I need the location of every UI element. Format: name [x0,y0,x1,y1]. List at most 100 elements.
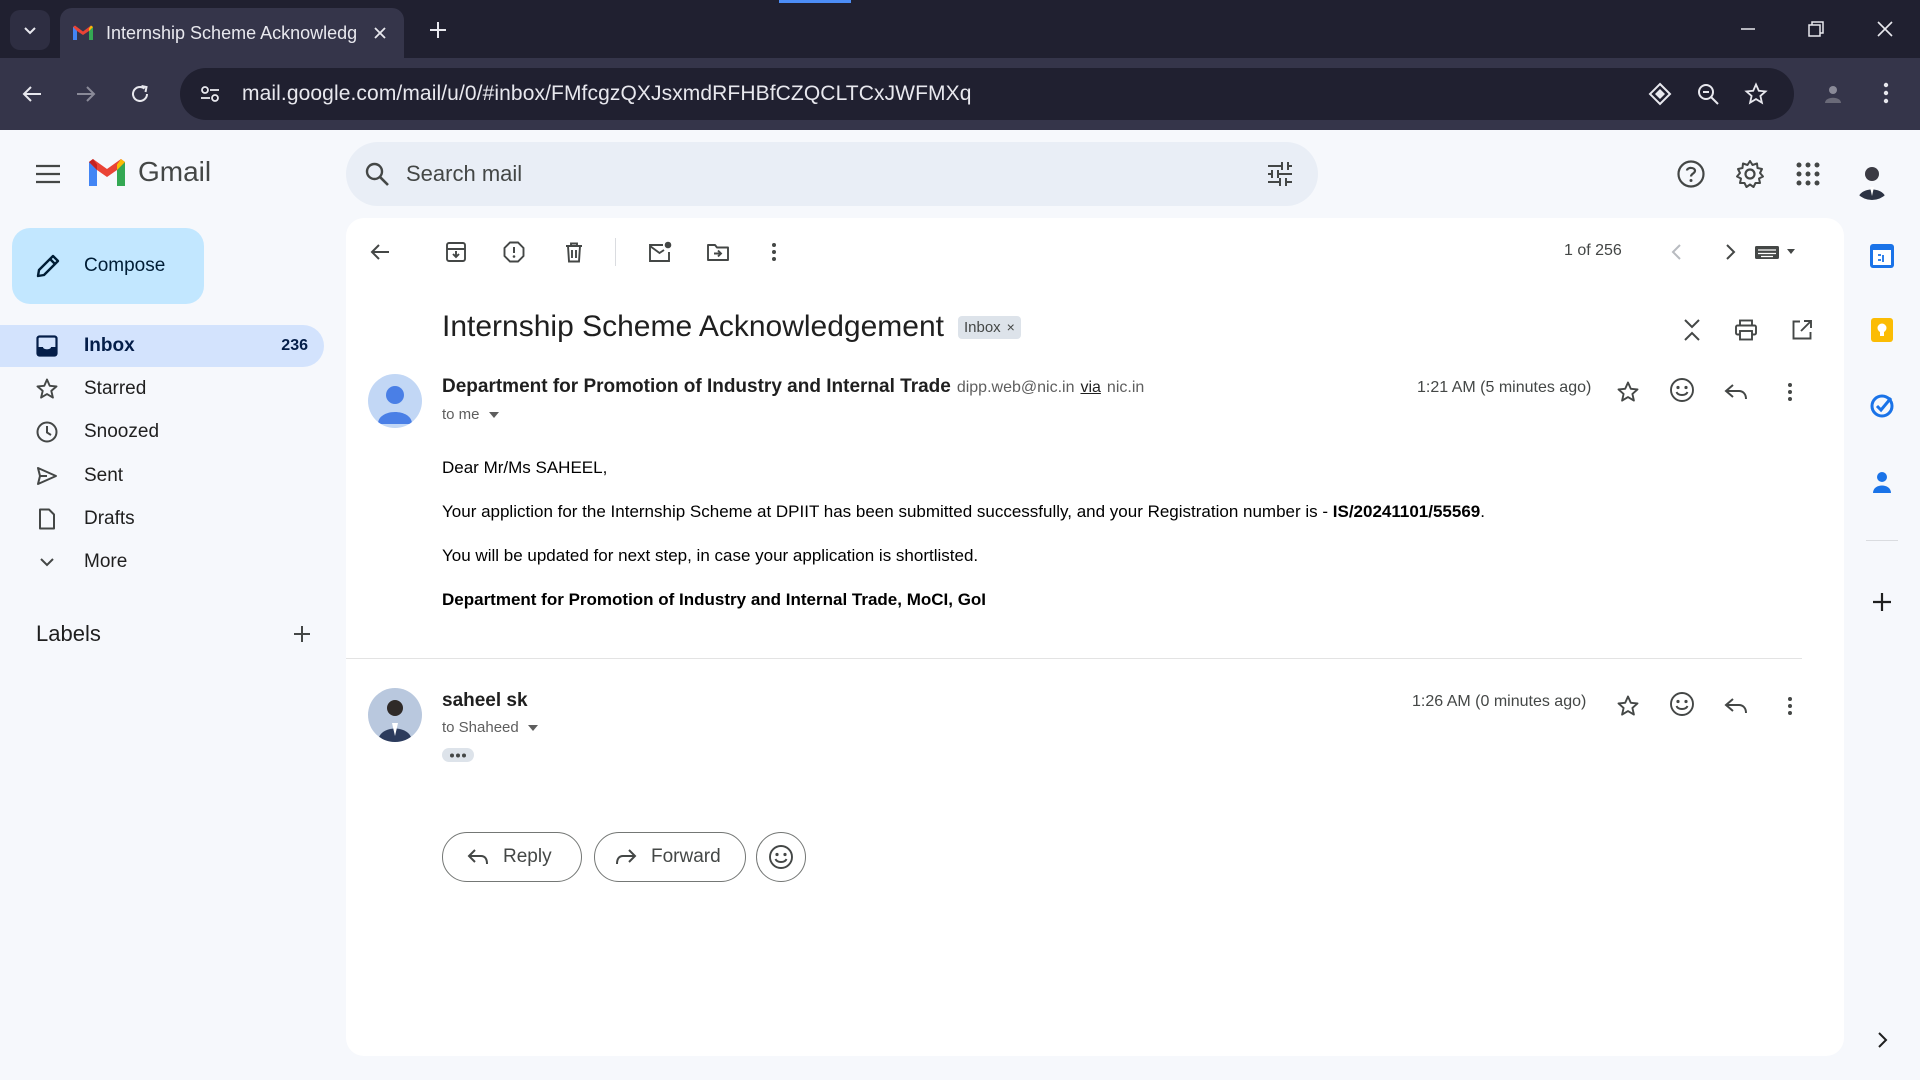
recipient-line[interactable]: to Shaheed [442,719,539,736]
tab-close-button[interactable] [368,21,392,45]
account-avatar[interactable] [1852,160,1892,200]
back-button[interactable] [14,76,50,112]
restore-button[interactable] [1801,14,1831,44]
email-greeting: Dear Mr/Ms SAHEEL, [442,458,608,477]
get-addons-button[interactable] [1866,586,1898,618]
browser-menu-button[interactable] [1870,76,1902,110]
support-button[interactable] [1673,156,1709,192]
google-apps-button[interactable] [1790,156,1826,192]
older-button[interactable] [1712,234,1748,270]
reply-label: Reply [503,846,552,867]
via-link[interactable]: via [1080,379,1100,396]
nav-item-snoozed[interactable]: Snoozed [0,411,324,453]
send-icon [37,467,57,485]
collapse-all-button[interactable] [1676,314,1708,346]
address-bar[interactable]: mail.google.com/mail/u/0/#inbox/FMfcgzQX… [180,68,1794,120]
main-menu-button[interactable] [28,154,68,194]
print-all-button[interactable] [1730,314,1762,346]
forward-button[interactable] [68,76,104,112]
bookmark-star-button[interactable] [1742,80,1770,108]
toolbar-divider [615,238,616,266]
sender-avatar[interactable] [368,374,422,428]
show-side-panel-button[interactable] [1866,1024,1898,1056]
browser-tab[interactable]: Internship Scheme Acknowledg [60,8,404,58]
message-more-button[interactable] [1774,376,1806,408]
tab-title: Internship Scheme Acknowledg [106,22,356,43]
show-trimmed-content-button[interactable] [442,748,474,762]
message-view: 1 of 256 Internship Scheme Acknowledgeme… [346,218,1844,1056]
browser-profile-button[interactable] [1816,76,1850,110]
settings-button[interactable] [1732,156,1768,192]
calendar-app-button[interactable] [1866,240,1898,272]
star-button[interactable] [1612,690,1644,722]
sender-avatar[interactable] [368,688,422,742]
report-spam-button[interactable] [496,234,532,270]
forward-action-button[interactable]: Forward [594,832,746,882]
nav-item-drafts[interactable]: Drafts [0,498,324,540]
reply-action-button[interactable]: Reply [442,832,582,882]
remove-label-icon[interactable]: × [1007,319,1015,335]
nav-item-sent[interactable]: Sent [0,455,324,497]
lens-button[interactable] [1646,80,1674,108]
collapse-icon [1684,319,1700,341]
gmail-logo[interactable]: Gmail [86,156,211,188]
open-new-window-button[interactable] [1786,314,1818,346]
add-reaction-button[interactable] [1666,688,1698,720]
add-reaction-button[interactable] [1666,374,1698,406]
site-info-button[interactable] [194,78,226,110]
create-label-button[interactable] [288,620,316,648]
recipient-line[interactable]: to me [442,406,500,423]
sender-name[interactable]: Department for Promotion of Industry and… [442,376,951,398]
profile-avatar-icon [1825,86,1841,103]
nav-item-more[interactable]: More [0,541,324,583]
more-vert-icon [772,243,776,261]
star-button[interactable] [1612,376,1644,408]
sender-name[interactable]: saheel sk [442,690,528,712]
search-bar[interactable] [346,142,1318,206]
nav-item-starred[interactable]: Starred [0,368,324,410]
delete-button[interactable] [556,234,592,270]
message-time[interactable]: 1:26 AM (0 minutes ago) [1412,693,1586,711]
reply-button[interactable] [1720,690,1752,722]
close-window-button[interactable] [1870,14,1900,44]
sender-email: dipp.web@nic.in via nic.in [957,379,1144,397]
newer-button[interactable] [1659,234,1695,270]
plus-icon [430,22,446,38]
compose-button[interactable]: Compose [12,228,204,304]
move-to-button[interactable] [700,234,736,270]
url-text[interactable]: mail.google.com/mail/u/0/#inbox/FMfcgzQX… [242,82,972,106]
close-icon [1877,21,1893,37]
mark-unread-button[interactable] [642,234,678,270]
chevron-left-icon [1671,244,1681,260]
search-options-button[interactable] [1266,160,1294,188]
clock-icon [36,421,58,443]
reply-button[interactable] [1720,376,1752,408]
react-action-button[interactable] [756,832,806,882]
nav-label: Snoozed [84,421,160,442]
side-panel-divider [1866,540,1898,541]
more-horiz-icon [450,753,466,757]
archive-button[interactable] [438,234,474,270]
message-time[interactable]: 1:21 AM (5 minutes ago) [1417,379,1591,397]
reload-button[interactable] [122,76,158,112]
caret-down-icon [527,724,538,731]
zoom-button[interactable] [1694,80,1722,108]
tasks-app-button[interactable] [1866,390,1898,422]
nav-label: Sent [84,465,124,486]
back-to-inbox-button[interactable] [362,234,398,270]
new-tab-button[interactable] [424,16,452,44]
inbox-label-chip[interactable]: Inbox × [957,315,1021,339]
keyboard-icon [1755,246,1795,259]
tab-search-button[interactable] [10,10,50,50]
search-input[interactable] [406,161,1206,187]
minimize-button[interactable] [1733,14,1763,44]
more-vert-icon [1883,82,1889,104]
nav-item-inbox[interactable]: Inbox 236 [0,325,324,367]
search-icon[interactable] [364,161,390,187]
more-actions-button[interactable] [756,234,792,270]
keep-app-button[interactable] [1866,314,1898,346]
chip-label: Inbox [963,318,1001,336]
contacts-app-button[interactable] [1866,466,1898,498]
message-more-button[interactable] [1774,690,1806,722]
input-tools-button[interactable] [1746,234,1806,270]
